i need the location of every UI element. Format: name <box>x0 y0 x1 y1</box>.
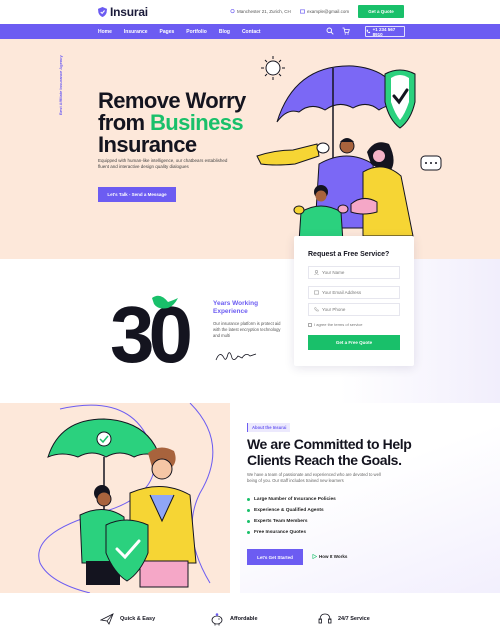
years-label-line-1: Years Working <box>213 300 259 307</box>
main-nav: Home Insurance Pages Portfolio Blog Cont… <box>0 24 500 39</box>
request-service-form: Request a Free Service? Your Name Your E… <box>294 236 414 366</box>
vertical-tagline: Best Affiliate Insurance Agency <box>58 55 63 115</box>
nav-item-home[interactable]: Home <box>98 29 112 35</box>
about-badge: About the Insurai <box>247 423 291 432</box>
play-icon <box>312 554 317 559</box>
bullet-icon <box>247 509 250 512</box>
get-started-button[interactable]: Let's Get Started <box>247 549 303 565</box>
bullet-icon <box>247 520 250 523</box>
location-icon <box>230 9 235 14</box>
nav-item-contact[interactable]: Contact <box>242 29 261 35</box>
bullet-icon <box>247 531 250 534</box>
phone-icon <box>366 29 371 34</box>
feature-label: Affordable <box>230 616 258 622</box>
years-number: 30 <box>110 294 196 366</box>
hero-title-line-2: from Business <box>98 112 278 134</box>
address: Manchester 21, Zurich, CH <box>230 9 291 14</box>
phone-button[interactable]: +1 234 567 8910 <box>365 26 405 37</box>
checkbox-box[interactable] <box>308 322 312 327</box>
hero-illustration <box>256 56 442 242</box>
cart-icon[interactable] <box>342 27 350 35</box>
feature-service: 24/7 Service <box>318 612 370 626</box>
bullet-icon <box>247 498 250 501</box>
list-item: Free Insurance Quotes <box>247 527 336 538</box>
logo-text: Insurai <box>110 5 148 19</box>
name-field[interactable]: Your Name <box>308 266 400 279</box>
phone-icon <box>314 307 319 312</box>
feature-quick: Quick & Easy <box>100 612 155 626</box>
phone-field[interactable]: Your Phone <box>308 303 400 316</box>
years-number-text: 30 <box>110 294 190 366</box>
free-quote-button[interactable]: Get a Free Quote <box>308 335 400 350</box>
email-placeholder: Your Email Address <box>322 290 362 295</box>
terms-label: I agree the terms of service <box>314 322 363 327</box>
years-label-line-2: Experience <box>213 308 248 315</box>
feature-label: 24/7 Service <box>338 616 370 622</box>
list-item-text: Experts Team Members <box>254 519 308 524</box>
chat-bubble-icon <box>420 155 442 171</box>
hero-description: Equipped with human-like intelligence, o… <box>98 158 228 169</box>
feature-label: Quick & Easy <box>120 616 156 622</box>
piggy-icon <box>211 613 223 626</box>
terms-checkbox[interactable]: I agree the terms of service <box>308 322 362 327</box>
hero-title-line-1: Remove Worry <box>98 88 246 113</box>
sun-icon <box>261 56 285 80</box>
form-title: Request a Free Service? <box>308 251 390 258</box>
list-item: Experience & Qualified Agents <box>247 505 336 516</box>
mail-icon <box>314 290 319 295</box>
plane-icon <box>100 613 114 625</box>
top-bar: Insurai Manchester 21, Zurich, CH exampl… <box>0 0 500 24</box>
about-illustration <box>38 403 214 593</box>
search-icon[interactable] <box>326 27 334 35</box>
get-quote-button[interactable]: Get a Quote <box>358 5 404 18</box>
nav-item-insurance[interactable]: Insurance <box>124 29 148 35</box>
list-item-text: Experience & Qualified Agents <box>254 508 324 513</box>
phone-number: +1 234 567 8910 <box>372 26 396 37</box>
list-item-text: Free Insurance Quotes <box>254 530 306 535</box>
name-placeholder: Your Name <box>322 270 345 275</box>
signature <box>215 352 257 361</box>
about-title: We are Committed to Help Clients Reach t… <box>247 436 412 468</box>
email-text: example@gmail.com <box>307 9 350 14</box>
feature-affordable: Affordable <box>210 612 258 626</box>
email-field[interactable]: Your Email Address <box>308 286 400 299</box>
address-text: Manchester 21, Zurich, CH <box>237 9 291 14</box>
nav-item-portfolio[interactable]: Portfolio <box>186 29 207 35</box>
list-item: Experts Team Members <box>247 516 336 527</box>
nav-item-pages[interactable]: Pages <box>160 29 175 35</box>
user-icon <box>314 270 319 275</box>
shield-check-icon <box>384 69 416 129</box>
about-feature-list: Large Number of Insurance Policies Exper… <box>247 494 336 538</box>
about-description: We have a team of passionate and experie… <box>247 472 381 483</box>
email[interactable]: example@gmail.com <box>300 9 349 14</box>
hero-title-line-3: Insurance <box>98 132 197 157</box>
phone-placeholder: Your Phone <box>322 307 346 312</box>
stats-description: Our insurance platform is protect aid wi… <box>213 321 281 338</box>
hero-title: Remove Worry from Business Insurance <box>98 90 278 156</box>
how-it-works-label: How It Works <box>319 554 348 559</box>
support-icon <box>318 613 332 624</box>
years-label: Years Working Experience <box>213 300 273 316</box>
list-item: Large Number of Insurance Policies <box>247 494 336 505</box>
mail-icon <box>300 9 305 14</box>
nav-item-blog[interactable]: Blog <box>219 29 230 35</box>
hero-cta-button[interactable]: Let's Talk - Send a Message <box>98 187 176 202</box>
list-item-text: Large Number of Insurance Policies <box>254 497 336 502</box>
how-it-works-link[interactable]: How It Works <box>312 554 347 559</box>
logo[interactable]: Insurai <box>98 5 148 19</box>
shield-logo-icon <box>98 7 107 17</box>
